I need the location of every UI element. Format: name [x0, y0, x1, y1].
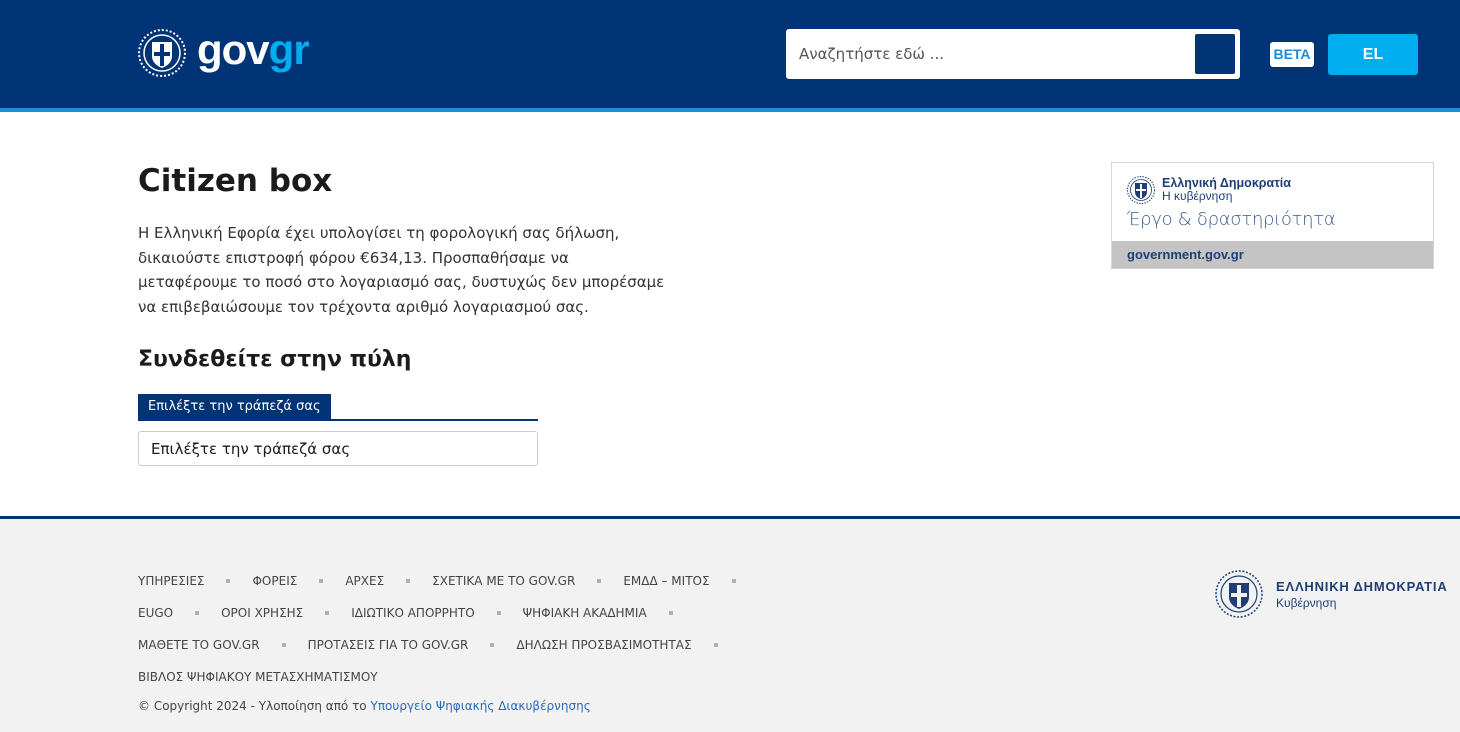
beta-badge: BETA: [1270, 42, 1314, 67]
footer-separator: [490, 643, 495, 647]
page-title: Citizen box: [138, 163, 333, 199]
greek-emblem-icon: [1215, 570, 1263, 618]
bank-select-label: Επιλέξτε την τράπεζά σας: [138, 394, 331, 419]
footer-link-academy[interactable]: ΨΗΦΙΑΚΗ ΑΚΑΔΗΜΙΑ: [523, 606, 647, 620]
footer-link-eugo[interactable]: EUGO: [138, 606, 173, 620]
footer-separator: [325, 611, 330, 615]
govgr-logo[interactable]: govgr: [137, 26, 310, 78]
footer-separator: [668, 611, 673, 615]
footer-link-accessibility[interactable]: ΔΗΛΩΣΗ ΠΡΟΣΒΑΣΙΜΟΤΗΤΑΣ: [516, 638, 691, 652]
copyright-text: © Copyright 2024 - Υλοποίηση από το Υπου…: [138, 699, 591, 713]
greek-emblem-icon: [1127, 176, 1155, 204]
greek-emblem-icon: [138, 29, 186, 77]
card-line3: Έργο & δραστηριότητα: [1127, 209, 1336, 230]
footer-separator: [597, 579, 602, 583]
logo-gr-text: gr: [268, 26, 310, 73]
card-footer-link[interactable]: government.gov.gr: [1112, 241, 1433, 268]
footer-links-row2: EUGO ΟΡΟΙ ΧΡΗΣΗΣ ΙΔΙΩΤΙΚΟ ΑΠΟΡΡΗΤΟ ΨΗΦΙΑ…: [138, 606, 695, 620]
footer-link-authorities[interactable]: ΑΡΧΕΣ: [345, 574, 384, 588]
search-box: [786, 29, 1240, 79]
govgr-wordmark: govgr: [197, 26, 310, 73]
footer-link-about[interactable]: ΣΧΕΤΙΚΑ ΜΕ ΤΟ GOV.GR: [432, 574, 575, 588]
login-subtitle: Συνδεθείτε στην πύλη: [138, 347, 412, 372]
footer-link-digital-book[interactable]: ΒΙΒΛΟΣ ΨΗΦΙΑΚΟΥ ΜΕΤΑΣΧΗΜΑΤΙΣΜΟΥ: [138, 670, 378, 684]
footer-link-suggestions[interactable]: ΠΡΟΤΑΣΕΙΣ ΓΙΑ ΤΟ GOV.GR: [308, 638, 469, 652]
tax-refund-message: Η Ελληνική Εφορία έχει υπολογίσει τη φορ…: [138, 224, 665, 316]
footer-separator: [713, 643, 718, 647]
government-card[interactable]: Ελληνική Δημοκρατία Η κυβέρνηση Έργο & δ…: [1111, 162, 1434, 269]
site-header: govgr BETA EL: [0, 0, 1460, 112]
footer-separator: [731, 579, 736, 583]
footer-link-privacy[interactable]: ΙΔΙΩΤΙΚΟ ΑΠΟΡΡΗΤΟ: [351, 606, 474, 620]
search-input[interactable]: [799, 38, 1189, 70]
search-button[interactable]: [1195, 34, 1235, 74]
footer-link-emdd[interactable]: ΕΜΔΔ – ΜΙΤΟΣ: [623, 574, 709, 588]
footer-separator: [226, 579, 231, 583]
footer-links-row1: ΥΠΗΡΕΣΙΕΣ ΦΟΡΕΙΣ ΑΡΧΕΣ ΣΧΕΤΙΚΑ ΜΕ ΤΟ GOV…: [138, 574, 758, 588]
ministry-link[interactable]: Υπουργείο Ψηφιακής Διακυβέρνησης: [370, 699, 590, 713]
footer-separator: [195, 611, 200, 615]
footer-separator: [281, 643, 286, 647]
footer-republic-logo[interactable]: ΕΛΛΗΝΙΚΗ ΔΗΜΟΚΡΑΤΙΑ Κυβέρνηση: [1214, 569, 1448, 619]
footer-link-learn[interactable]: ΜΑΘΕΤΕ ΤΟ GOV.GR: [138, 638, 260, 652]
footer-separator: [319, 579, 324, 583]
bank-select-label-wrapper: Επιλέξτε την τράπεζά σας: [138, 394, 538, 421]
bank-select[interactable]: Επιλέξτε την τράπεζά σας: [138, 431, 538, 466]
copyright-label: © Copyright 2024 - Υλοποίηση από το: [138, 699, 367, 713]
footer-separator: [406, 579, 411, 583]
footer-link-services[interactable]: ΥΠΗΡΕΣΙΕΣ: [138, 574, 204, 588]
footer-link-terms[interactable]: ΟΡΟΙ ΧΡΗΣΗΣ: [221, 606, 303, 620]
language-button[interactable]: EL: [1328, 34, 1418, 75]
logo-gov-text: gov: [197, 26, 270, 73]
footer-links-row4: ΒΙΒΛΟΣ ΨΗΦΙΑΚΟΥ ΜΕΤΑΣΧΗΜΑΤΙΣΜΟΥ: [138, 670, 378, 684]
footer-link-agencies[interactable]: ΦΟΡΕΙΣ: [252, 574, 297, 588]
card-line1: Ελληνική Δημοκρατία: [1162, 176, 1291, 190]
footer-links-row3: ΜΑΘΕΤΕ ΤΟ GOV.GR ΠΡΟΤΑΣΕΙΣ ΓΙΑ ΤΟ GOV.GR…: [138, 638, 740, 652]
footer-logo-line2: Κυβέρνηση: [1276, 595, 1337, 610]
footer-logo-line1: ΕΛΛΗΝΙΚΗ ΔΗΜΟΚΡΑΤΙΑ: [1276, 578, 1448, 594]
card-line2: Η κυβέρνηση: [1162, 189, 1233, 203]
footer-separator: [496, 611, 501, 615]
footer-logo-text: ΕΛΛΗΝΙΚΗ ΔΗΜΟΚΡΑΤΙΑ Κυβέρνηση: [1276, 579, 1448, 610]
